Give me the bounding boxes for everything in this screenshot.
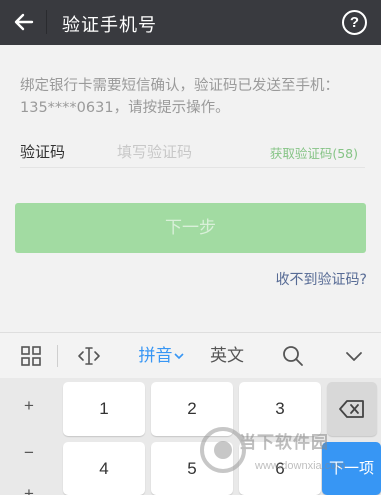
toolbar-divider (57, 345, 58, 367)
page-title: 验证手机号 (62, 15, 157, 36)
help-icon[interactable]: ? (342, 10, 367, 35)
plus-key-secondary[interactable]: + (0, 484, 58, 495)
title-divider (46, 10, 47, 34)
title-bar: 验证手机号 ? (0, 0, 381, 45)
backspace-icon (339, 400, 364, 418)
key-3[interactable]: 3 (239, 382, 321, 436)
key-5[interactable]: 5 (151, 442, 233, 495)
collapse-keyboard-icon[interactable] (340, 333, 368, 379)
pinyin-label: 拼音 (138, 346, 173, 366)
plus-key[interactable]: + (0, 396, 58, 416)
key-2[interactable]: 2 (151, 382, 233, 436)
next-step-button[interactable]: 下一步 (15, 203, 366, 253)
search-icon[interactable] (279, 333, 307, 379)
verify-phone-form: 绑定银行卡需要短信确认，验证码已发送至手机：135****0631，请按提示操作… (0, 45, 381, 332)
symbol-column: + − + (0, 378, 58, 495)
verification-code-input[interactable] (117, 140, 257, 164)
pinyin-input-tab[interactable]: 拼音 (134, 333, 188, 379)
text-cursor-icon[interactable] (74, 333, 104, 379)
no-code-received-link[interactable]: 收不到验证码? (276, 269, 367, 289)
backspace-key[interactable] (327, 382, 377, 436)
sms-sent-description: 绑定银行卡需要短信确认，验证码已发送至手机：135****0631，请按提示操作… (20, 78, 339, 116)
next-field-key[interactable]: 下一项 (322, 442, 381, 495)
english-input-tab[interactable]: 英文 (205, 333, 249, 379)
key-6[interactable]: 6 (239, 442, 321, 495)
back-arrow-icon[interactable] (12, 10, 36, 34)
grid-icon[interactable] (14, 333, 48, 379)
verification-code-label: 验证码 (20, 143, 66, 161)
verification-code-row: 验证码 获取验证码(58) (20, 138, 365, 168)
key-1[interactable]: 1 (63, 382, 145, 436)
get-code-countdown-button[interactable]: 获取验证码(58) (270, 143, 358, 162)
pinyin-dropdown-icon (173, 353, 184, 360)
minus-key[interactable]: − (0, 443, 58, 463)
keyboard-toolbar: 拼音 英文 (0, 332, 381, 378)
numeric-keyboard: + − + 1 2 3 4 5 6 下一项 (0, 378, 381, 495)
key-4[interactable]: 4 (63, 442, 145, 495)
